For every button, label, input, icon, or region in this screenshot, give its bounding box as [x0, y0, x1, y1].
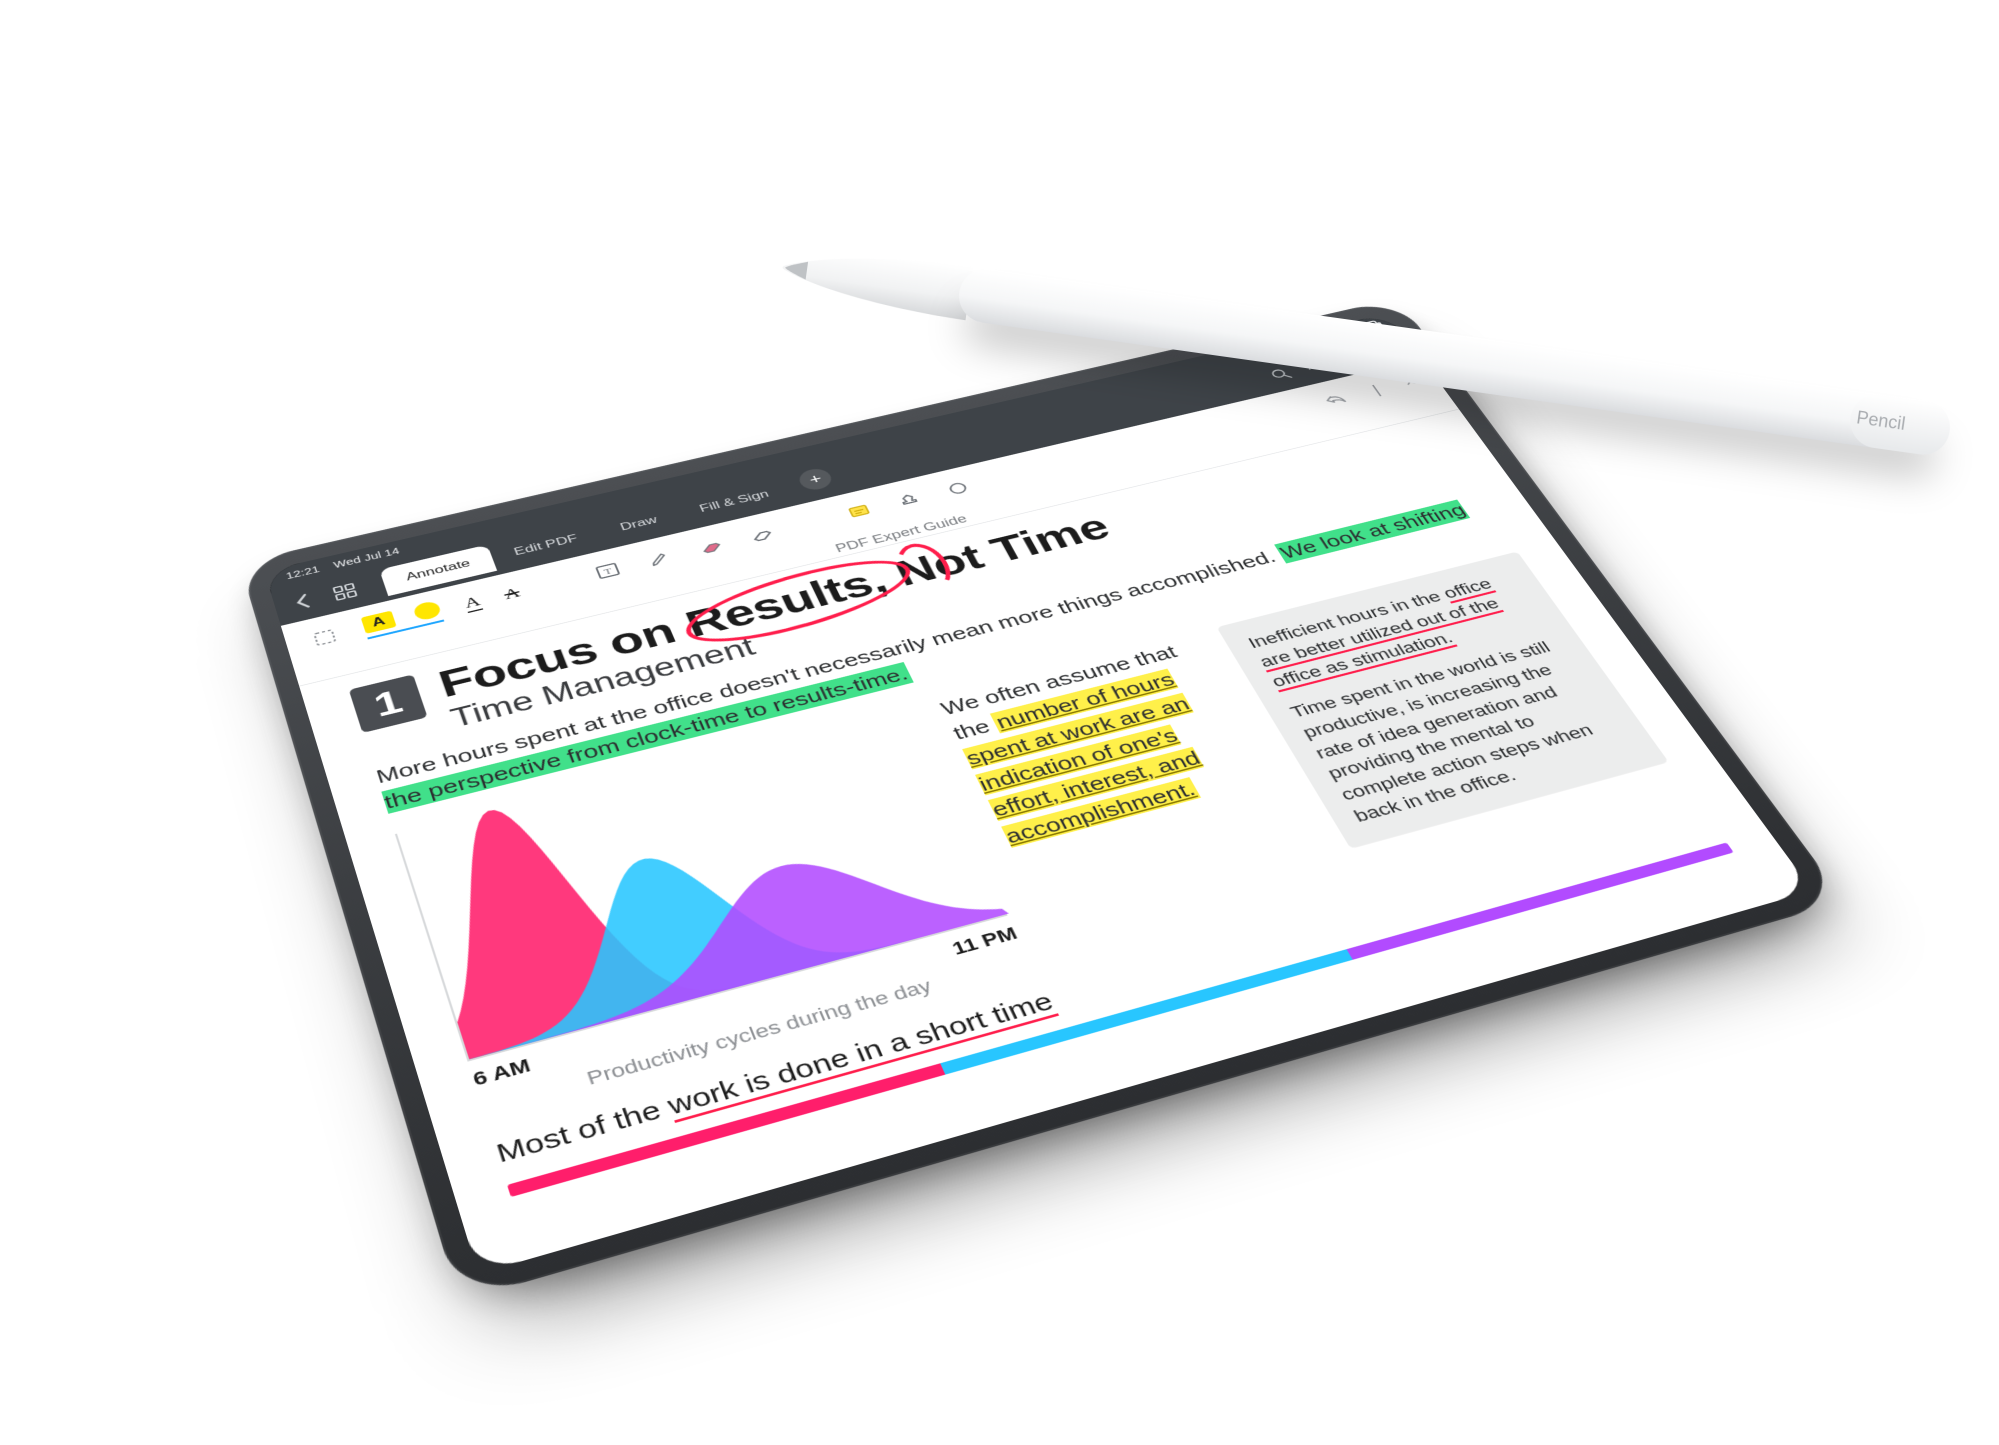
wifi-icon: [1323, 330, 1343, 340]
chart-x-start: 6 AM: [470, 1054, 533, 1090]
highlight-group: A: [360, 599, 444, 639]
eraser-tool-icon[interactable]: [692, 534, 727, 558]
chart-canvas: [396, 705, 1008, 1059]
page-spread-icon[interactable]: [1337, 348, 1368, 366]
add-tab-button[interactable]: +: [795, 466, 835, 492]
shape-tool-icon[interactable]: [940, 476, 975, 499]
strikethrough-tool[interactable]: A: [501, 583, 522, 602]
selection-tool-icon[interactable]: [307, 624, 342, 650]
back-button[interactable]: [288, 590, 318, 612]
svg-text:T: T: [602, 566, 613, 576]
text-size-icon[interactable]: AA: [1301, 356, 1332, 374]
underline-tool[interactable]: A: [461, 592, 482, 613]
closing-sentence: Most of the work is done in a short time: [492, 805, 1716, 1168]
closing-a: Most of the: [492, 1092, 673, 1167]
undo-button[interactable]: [1317, 388, 1353, 410]
stamp-tool-icon[interactable]: [891, 488, 926, 511]
section-number-badge: 1: [348, 674, 427, 733]
chart-caption: Productivity cycles during the day: [478, 948, 1032, 1118]
productivity-chart: 6 AM 11 PM Productivity cycles during th…: [394, 705, 1032, 1118]
ipad-screen: 12:21 Wed Jul 14: [264, 313, 1813, 1274]
mid-paragraph: We often assume that the number of hours…: [936, 634, 1273, 851]
pen-tool-icon[interactable]: [641, 546, 676, 570]
battery-icon: [1347, 320, 1381, 335]
status-time: 12:21: [284, 563, 320, 580]
text-box-tool-icon[interactable]: T: [590, 558, 625, 582]
search-icon[interactable]: [1265, 365, 1296, 384]
highlight-text-tool[interactable]: A: [360, 610, 396, 633]
red-underline-annotation-2[interactable]: work is done in a short time: [663, 987, 1058, 1122]
sidebar-callout: Inefficient hours in the office are bett…: [1216, 551, 1668, 848]
pencil-brand-label: Pencil: [1855, 407, 1906, 435]
section-color-bar: [506, 842, 1733, 1196]
eraser-outline-tool-icon[interactable]: [743, 522, 778, 546]
ipad-device: 12:21 Wed Jul 14: [239, 298, 1845, 1301]
sticky-note-tool-icon[interactable]: [841, 499, 876, 523]
thumbnails-icon[interactable]: [330, 581, 360, 602]
highlight-color-swatch[interactable]: [411, 599, 441, 621]
close-toolbar-button[interactable]: ×: [1399, 373, 1419, 389]
more-icon[interactable]: •••: [1372, 340, 1403, 358]
chart-x-end: 11 PM: [948, 922, 1020, 959]
